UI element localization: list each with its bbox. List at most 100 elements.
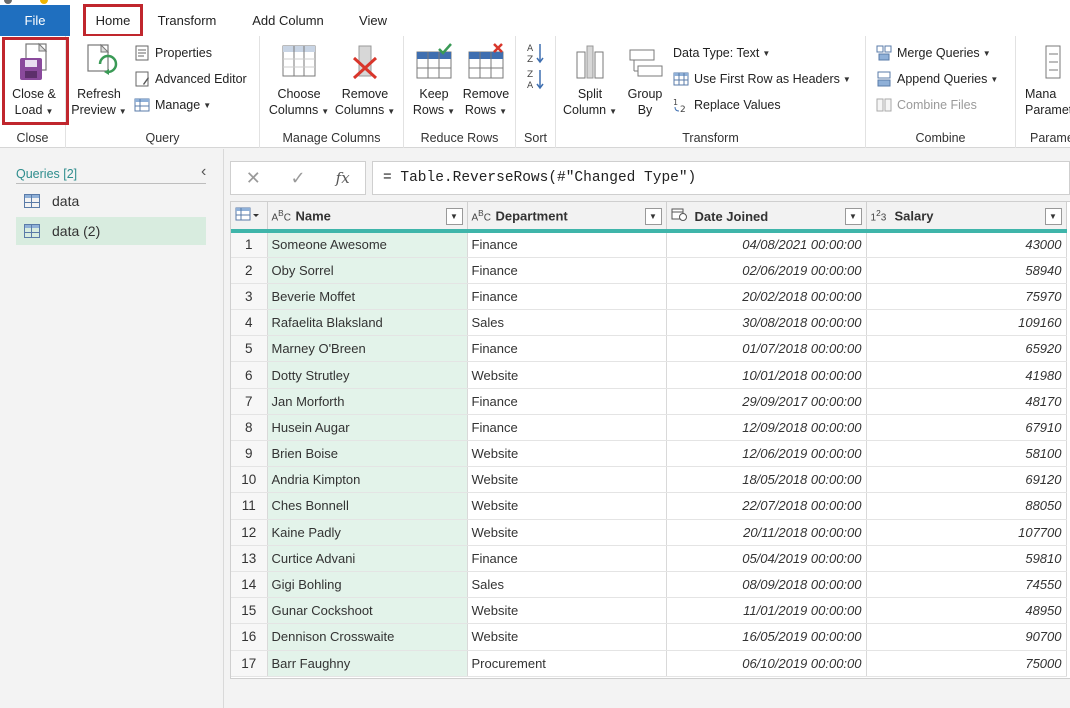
name-cell[interactable]: Marney O'Breen: [267, 335, 468, 363]
text-type-icon[interactable]: ABC: [472, 208, 491, 223]
table-row[interactable]: 12 Kaine Padly Website 20/11/2018 00:00:00 1…: [231, 519, 1067, 546]
name-cell[interactable]: Curtice Advani: [267, 545, 468, 572]
table-row[interactable]: 8 Husein Augar Finance 12/09/2018 00:00:00 6…: [231, 414, 1067, 442]
department-cell[interactable]: Finance: [467, 257, 667, 284]
date-joined-cell[interactable]: 20/11/2018 00:00:00: [666, 519, 867, 546]
column-header-date-joined[interactable]: Date Joined ▼: [666, 202, 867, 233]
row-number[interactable]: 16: [231, 623, 268, 651]
smiley-icon[interactable]: [40, 0, 48, 4]
salary-cell[interactable]: 41980: [866, 361, 1067, 389]
datetime-type-icon[interactable]: [671, 207, 687, 224]
department-cell[interactable]: Finance: [467, 335, 667, 363]
table-row[interactable]: 17 Barr Faughny Procurement 06/10/2019 00:0…: [231, 650, 1067, 677]
advanced-editor-button[interactable]: Advanced Editor: [134, 69, 247, 89]
department-cell[interactable]: Finance: [467, 283, 667, 311]
date-joined-cell[interactable]: 16/05/2019 00:00:00: [666, 623, 867, 651]
table-row[interactable]: 6 Dotty Strutley Website 10/01/2018 00:00:0…: [231, 361, 1067, 389]
salary-cell[interactable]: 107700: [866, 519, 1067, 546]
department-cell[interactable]: Finance: [467, 414, 667, 442]
row-number[interactable]: 3: [231, 283, 268, 311]
salary-cell[interactable]: 43000: [866, 231, 1067, 258]
row-number[interactable]: 6: [231, 361, 268, 389]
table-row[interactable]: 7 Jan Morforth Finance 29/09/2017 00:00:00 4…: [231, 388, 1067, 415]
row-number[interactable]: 13: [231, 545, 268, 572]
name-cell[interactable]: Someone Awesome: [267, 231, 468, 258]
remove-columns-button[interactable]: Remove Columns ▼: [332, 42, 398, 120]
name-cell[interactable]: Barr Faughny: [267, 650, 468, 677]
table-row[interactable]: 5 Marney O'Breen Finance 01/07/2018 00:00:0…: [231, 335, 1067, 363]
name-cell[interactable]: Rafaelita Blaksland: [267, 309, 468, 337]
name-cell[interactable]: Dotty Strutley: [267, 361, 468, 389]
text-type-icon[interactable]: ABC: [272, 208, 291, 223]
department-cell[interactable]: Procurement: [467, 650, 667, 677]
use-first-row-headers-button[interactable]: Use First Row as Headers ▼: [673, 69, 851, 89]
name-cell[interactable]: Dennison Crosswaite: [267, 623, 468, 651]
filter-dropdown-icon[interactable]: ▼: [844, 208, 862, 225]
department-cell[interactable]: Finance: [467, 388, 667, 415]
name-cell[interactable]: Brien Boise: [267, 440, 468, 468]
department-cell[interactable]: Website: [467, 466, 667, 494]
manage-parameters-button[interactable]: Mana Paramet: [1024, 42, 1070, 118]
salary-cell[interactable]: 58940: [866, 257, 1067, 284]
row-number[interactable]: 1: [231, 231, 268, 258]
tab-add-column[interactable]: Add Column: [242, 5, 334, 36]
row-number[interactable]: 15: [231, 597, 268, 625]
row-number[interactable]: 11: [231, 492, 268, 520]
date-joined-cell[interactable]: 10/01/2018 00:00:00: [666, 361, 867, 389]
table-row[interactable]: 1 Someone Awesome Finance 04/08/2021 00:00:…: [231, 231, 1067, 258]
formula-input[interactable]: = Table.ReverseRows(#"Changed Type"): [372, 161, 1070, 195]
date-joined-cell[interactable]: 18/05/2018 00:00:00: [666, 466, 867, 494]
row-number[interactable]: 12: [231, 519, 268, 546]
choose-columns-button[interactable]: Choose Columns ▼: [266, 42, 332, 120]
table-row[interactable]: 16 Dennison Crosswaite Website 16/05/2019 0…: [231, 623, 1067, 651]
department-cell[interactable]: Website: [467, 597, 667, 625]
date-joined-cell[interactable]: 06/10/2019 00:00:00: [666, 650, 867, 677]
salary-cell[interactable]: 59810: [866, 545, 1067, 572]
filter-dropdown-icon[interactable]: ▼: [1044, 208, 1062, 225]
name-cell[interactable]: Kaine Padly: [267, 519, 468, 546]
salary-cell[interactable]: 88050: [866, 492, 1067, 520]
name-cell[interactable]: Gunar Cockshoot: [267, 597, 468, 625]
row-number[interactable]: 8: [231, 414, 268, 442]
salary-cell[interactable]: 65920: [866, 335, 1067, 363]
tab-view[interactable]: View: [350, 5, 396, 36]
table-row[interactable]: 2 Oby Sorrel Finance 02/06/2019 00:00:00 589…: [231, 257, 1067, 284]
date-joined-cell[interactable]: 04/08/2021 00:00:00: [666, 231, 867, 258]
date-joined-cell[interactable]: 22/07/2018 00:00:00: [666, 492, 867, 520]
name-cell[interactable]: Husein Augar: [267, 414, 468, 442]
table-row[interactable]: 10 Andria Kimpton Website 18/05/2018 00:00:…: [231, 466, 1067, 494]
row-number[interactable]: 17: [231, 650, 268, 677]
table-row[interactable]: 13 Curtice Advani Finance 05/04/2019 00:00:…: [231, 545, 1067, 572]
merge-queries-button[interactable]: Merge Queries ▼: [876, 43, 991, 63]
tab-home[interactable]: Home: [83, 4, 143, 37]
tab-file[interactable]: File: [0, 5, 70, 36]
table-row[interactable]: 15 Gunar Cockshoot Website 11/01/2019 00:00…: [231, 597, 1067, 625]
salary-cell[interactable]: 48170: [866, 388, 1067, 415]
department-cell[interactable]: Website: [467, 519, 667, 546]
refresh-preview-button[interactable]: Refresh Preview ▼: [70, 42, 128, 120]
date-joined-cell[interactable]: 20/02/2018 00:00:00: [666, 283, 867, 311]
table-row[interactable]: 4 Rafaelita Blaksland Sales 30/08/2018 00:0…: [231, 309, 1067, 337]
query-item-data[interactable]: data: [16, 187, 206, 215]
department-cell[interactable]: Finance: [467, 545, 667, 572]
row-number[interactable]: 10: [231, 466, 268, 494]
table-row[interactable]: 11 Ches Bonnell Website 22/07/2018 00:00:00…: [231, 492, 1067, 520]
sort-ascending-button[interactable]: AZ: [526, 42, 546, 66]
commit-icon[interactable]: ✓: [276, 168, 321, 189]
query-item-data-2[interactable]: data (2): [16, 217, 206, 245]
salary-cell[interactable]: 58100: [866, 440, 1067, 468]
tab-transform[interactable]: Transform: [148, 5, 226, 36]
group-by-button[interactable]: Group By: [622, 42, 668, 118]
data-type-dropdown[interactable]: Data Type: Text ▼: [673, 43, 770, 63]
date-joined-cell[interactable]: 02/06/2019 00:00:00: [666, 257, 867, 284]
date-joined-cell[interactable]: 29/09/2017 00:00:00: [666, 388, 867, 415]
name-cell[interactable]: Gigi Bohling: [267, 571, 468, 599]
column-header-name[interactable]: ABC Name ▼: [267, 202, 468, 233]
column-header-salary[interactable]: 123 Salary ▼: [866, 202, 1067, 233]
replace-values-button[interactable]: 12 Replace Values: [673, 95, 781, 115]
name-cell[interactable]: Jan Morforth: [267, 388, 468, 415]
filter-dropdown-icon[interactable]: ▼: [644, 208, 662, 225]
salary-cell[interactable]: 109160: [866, 309, 1067, 337]
department-cell[interactable]: Website: [467, 492, 667, 520]
salary-cell[interactable]: 75000: [866, 650, 1067, 677]
